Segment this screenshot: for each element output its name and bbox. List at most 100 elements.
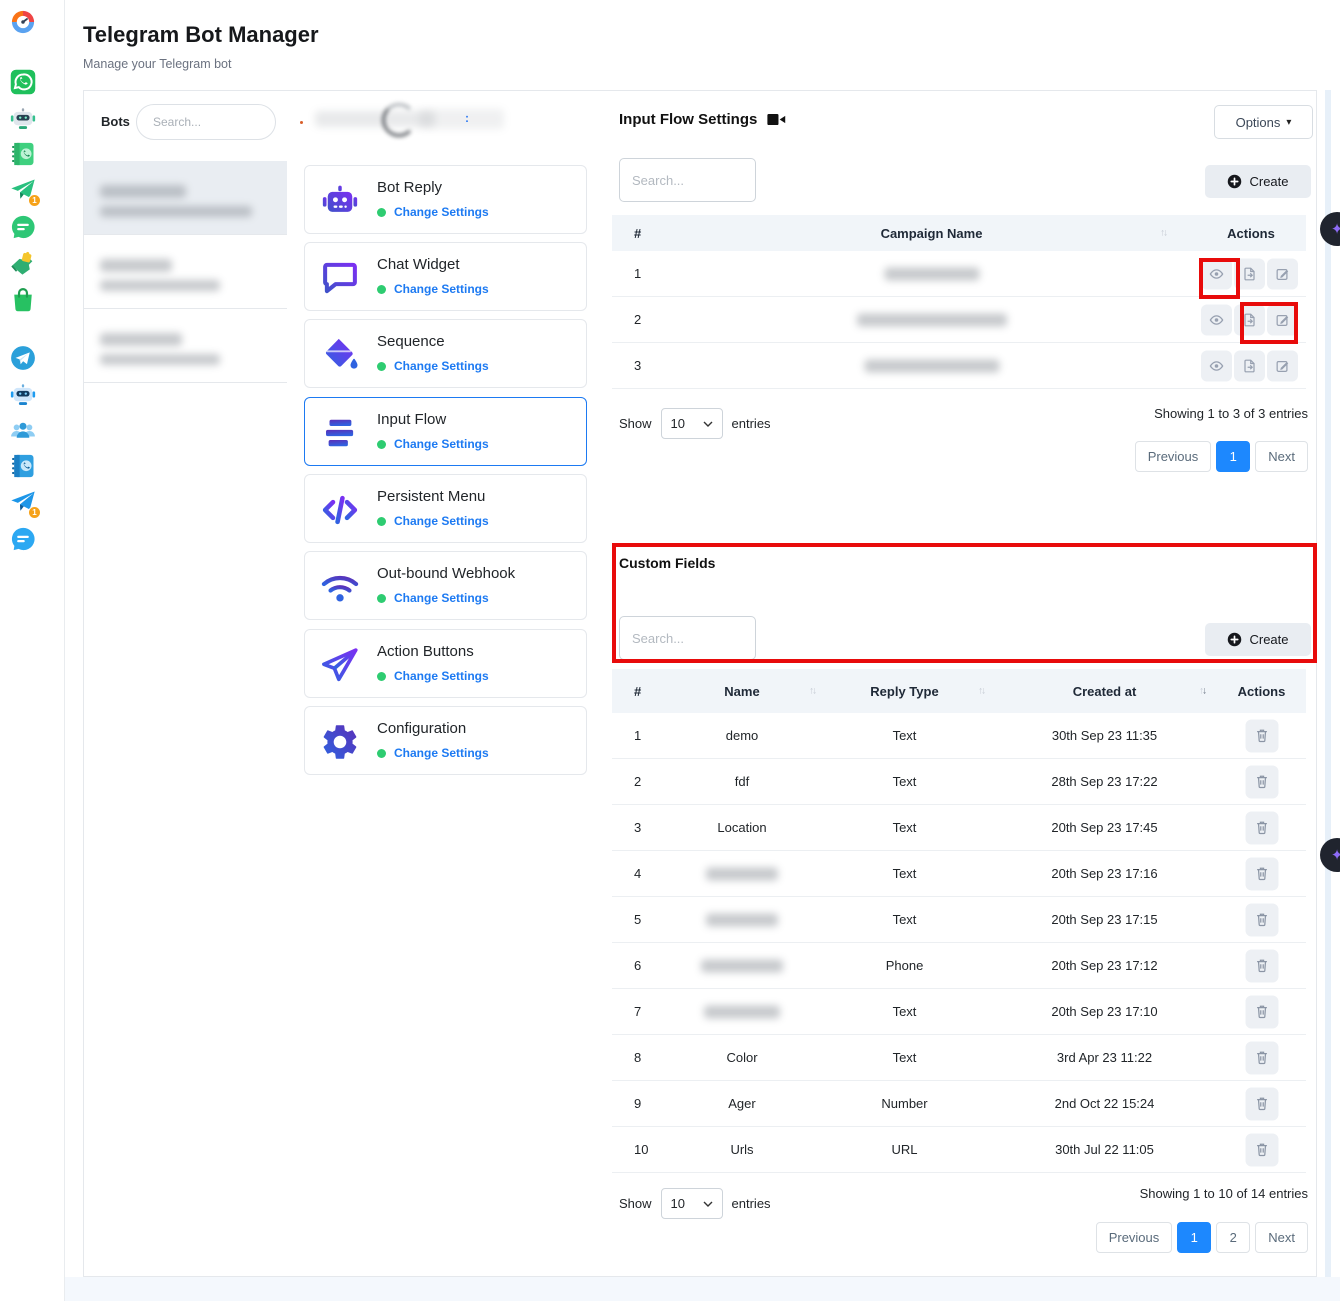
delete-button[interactable]	[1245, 903, 1278, 936]
delete-button[interactable]	[1245, 995, 1278, 1028]
bots-search-input[interactable]	[136, 104, 276, 140]
card-bot-reply[interactable]: Bot Reply Change Settings	[304, 165, 587, 234]
integration-puzzle-icon[interactable]	[9, 249, 37, 277]
assistant-sparkle-button[interactable]: ✦	[1320, 212, 1340, 246]
page-2-button[interactable]: 2	[1216, 1222, 1250, 1253]
custom-field-row: 10 Urls URL 30th Jul 22 11:05	[612, 1127, 1306, 1173]
sort-icon[interactable]: ↑↓	[1160, 228, 1166, 239]
col-name[interactable]: Name↑↓	[667, 684, 817, 699]
next-page-button[interactable]: Next	[1255, 1222, 1308, 1253]
reply-type: Text	[817, 1050, 992, 1065]
sort-icon[interactable]: ↑↓	[978, 686, 984, 697]
chat-green-icon[interactable]	[9, 213, 37, 241]
col-reply-type[interactable]: Reply Type↑↓	[817, 684, 992, 699]
export-button[interactable]	[1234, 350, 1265, 381]
sort-icon-descending[interactable]: ↑↓	[1199, 686, 1205, 697]
field-name-blurred	[704, 1005, 780, 1018]
robot-blue-icon[interactable]	[9, 380, 37, 408]
delete-button[interactable]	[1245, 811, 1278, 844]
bot-list-item-selected[interactable]	[84, 161, 287, 235]
scrollbar-track[interactable]	[1325, 90, 1331, 1277]
view-button[interactable]	[1201, 304, 1232, 335]
export-button[interactable]	[1234, 258, 1265, 289]
change-settings-link[interactable]: Change Settings	[394, 669, 489, 683]
bot-list-item[interactable]	[84, 235, 287, 309]
edit-button[interactable]	[1267, 304, 1298, 335]
sort-icon[interactable]: ↑↓	[809, 686, 815, 697]
change-settings-link[interactable]: Change Settings	[394, 514, 489, 528]
page-size-select[interactable]: 10	[661, 408, 723, 439]
col-num: #	[612, 226, 667, 241]
next-page-button[interactable]: Next	[1255, 441, 1308, 472]
shop-bag-icon[interactable]	[9, 285, 37, 313]
input-flow-settings-panel: Input Flow Settings Options▾ Create # Ca…	[602, 90, 1317, 1277]
card-chat-widget[interactable]: Chat Widget Change Settings	[304, 242, 587, 311]
field-name: Location	[667, 820, 817, 835]
delete-button[interactable]	[1245, 1087, 1278, 1120]
delete-button[interactable]	[1245, 1133, 1278, 1166]
col-created-at[interactable]: Created at↑↓	[992, 684, 1217, 699]
card-sequence[interactable]: Sequence Change Settings	[304, 319, 587, 388]
previous-page-button[interactable]: Previous	[1096, 1222, 1173, 1253]
page-1-button[interactable]: 1	[1177, 1222, 1211, 1253]
bot-list-item[interactable]	[84, 309, 287, 383]
campaign-pagination: Previous 1 Next	[1135, 441, 1308, 472]
speedometer-icon[interactable]	[9, 8, 37, 36]
export-button[interactable]	[1234, 304, 1265, 335]
show-label: Show	[619, 1196, 652, 1211]
card-input-flow[interactable]: Input Flow Change Settings	[304, 397, 587, 466]
edit-button[interactable]	[1267, 258, 1298, 289]
card-action-buttons[interactable]: Action Buttons Change Settings	[304, 629, 587, 698]
contacts-blue-icon[interactable]	[9, 452, 37, 480]
col-campaign-name[interactable]: Campaign Name↑↓	[667, 226, 1196, 241]
previous-page-button[interactable]: Previous	[1135, 441, 1212, 472]
change-settings-link[interactable]: Change Settings	[394, 359, 489, 373]
plus-circle-icon	[1227, 174, 1242, 189]
plane-blue-icon[interactable]: 1	[9, 488, 37, 516]
delete-button[interactable]	[1245, 1041, 1278, 1074]
contacts-green-icon[interactable]	[9, 140, 37, 168]
delete-button[interactable]	[1245, 949, 1278, 982]
audience-icon[interactable]	[9, 416, 37, 444]
card-configuration[interactable]: Configuration Change Settings	[304, 706, 587, 775]
field-name-blurred	[706, 913, 778, 926]
view-button[interactable]	[1201, 258, 1232, 289]
status-green-dot	[377, 517, 386, 526]
change-settings-link[interactable]: Change Settings	[394, 205, 489, 219]
custom-field-row: 3 Location Text 20th Sep 23 17:45	[612, 805, 1306, 851]
create-campaign-button[interactable]: Create	[1205, 165, 1311, 198]
telegram-icon[interactable]	[9, 344, 37, 372]
view-button[interactable]	[1201, 350, 1232, 381]
delete-button[interactable]	[1245, 719, 1278, 752]
change-settings-link[interactable]: Change Settings	[394, 282, 489, 296]
field-name-blurred	[701, 959, 783, 972]
page-1-button[interactable]: 1	[1216, 441, 1250, 472]
chat-blue-icon[interactable]	[9, 525, 37, 553]
field-name: Urls	[667, 1142, 817, 1157]
assistant-sparkle-button[interactable]: ✦	[1320, 838, 1340, 872]
robot-gray-icon[interactable]	[9, 104, 37, 132]
page-size-select[interactable]: 10	[661, 1188, 723, 1219]
change-settings-link[interactable]: Change Settings	[394, 746, 489, 760]
whatsapp-icon[interactable]	[9, 68, 37, 96]
chevron-down-icon	[703, 421, 713, 427]
input-flow-settings-title: Input Flow Settings	[619, 111, 757, 128]
plane-green-icon[interactable]: 1	[9, 176, 37, 204]
delete-button[interactable]	[1245, 765, 1278, 798]
bot-avatar-blurred	[382, 103, 416, 137]
entries-summary: Showing 1 to 10 of 14 entries	[1140, 1186, 1308, 1201]
card-persistent-menu[interactable]: Persistent Menu Change Settings	[304, 474, 587, 543]
campaign-search-input[interactable]	[619, 158, 756, 202]
card-title: Configuration	[377, 720, 466, 737]
row-number: 3	[612, 820, 667, 835]
campaign-name-blurred	[857, 313, 1007, 326]
edit-button[interactable]	[1267, 350, 1298, 381]
change-settings-link[interactable]: Change Settings	[394, 591, 489, 605]
change-settings-link[interactable]: Change Settings	[394, 437, 489, 451]
options-button[interactable]: Options▾	[1214, 105, 1313, 139]
custom-fields-search-input[interactable]	[619, 616, 756, 660]
selected-bot-header-blurred: :	[287, 91, 601, 153]
create-custom-field-button[interactable]: Create	[1205, 623, 1311, 656]
delete-button[interactable]	[1245, 857, 1278, 890]
card-outbound-webhook[interactable]: Out-bound Webhook Change Settings	[304, 551, 587, 620]
